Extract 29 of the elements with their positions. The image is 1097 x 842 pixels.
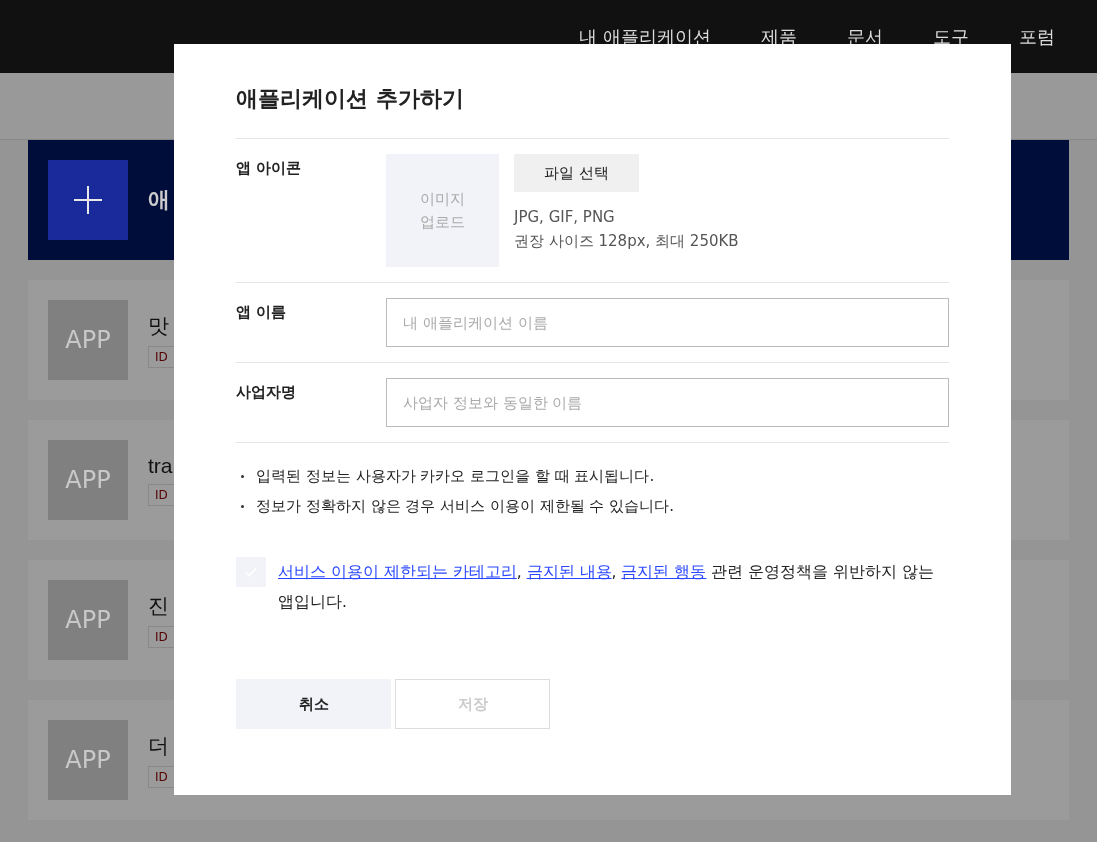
dialog-title: 애플리케이션 추가하기 [236,84,949,139]
banner-title: 애 [148,186,170,214]
policy-link[interactable]: 금지된 내용 [526,563,612,581]
note-text: 입력된 정보는 사용자가 카카오 로그인을 할 때 표시됩니다. [256,466,655,486]
upload-hint: JPG, GIF, PNG [514,208,616,226]
field-label: 앱 아이콘 [236,158,303,179]
upload-hint: 권장 사이즈 128px, 최대 250KB [514,232,739,251]
app-icon: APP [48,300,128,380]
field-label: 사업자명 [236,382,297,403]
app-icon: APP [48,580,128,660]
consent-text: 서비스 이용이 제한되는 카테고리, 금지된 내용, 금지된 행동 관련 운영정책을 위반하지 않는 앱입니다. [278,562,936,613]
app-name: 진 [148,593,169,619]
bullet-icon [241,474,244,478]
input-field[interactable]: 내 애플리케이션 이름 [386,298,949,347]
plus-icon [48,160,128,240]
bullet-icon [241,504,244,508]
input-field[interactable]: 사업자 정보와 동일한 이름 [386,378,949,427]
app-icon: APP [48,440,128,520]
app-name: 더 [148,733,169,759]
cancel-button[interactable]: 취소 [236,679,391,729]
app-name: tra [148,454,173,478]
note-text: 정보가 정확하지 않은 경우 서비스 이용이 제한될 수 있습니다. [256,496,674,516]
field-label: 앱 이름 [236,302,288,323]
policy-link[interactable]: 금지된 행동 [621,563,707,581]
app-icon: APP [48,720,128,800]
file-select-button[interactable]: 파일 선택 [514,154,639,192]
nav-link[interactable]: 포럼 [1019,24,1055,49]
app-name: 맛 [148,313,169,339]
policy-link[interactable]: 서비스 이용이 제한되는 카테고리 [278,563,517,581]
